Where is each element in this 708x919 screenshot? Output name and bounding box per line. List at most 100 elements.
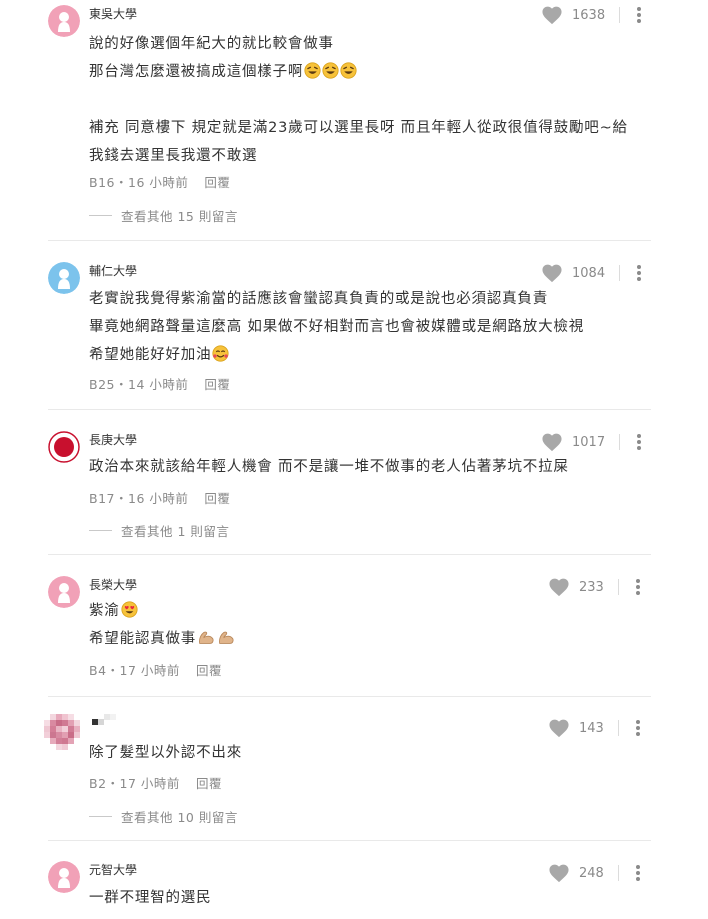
comment-actions: 248	[548, 863, 641, 883]
reply-button[interactable]: 回覆	[196, 663, 222, 678]
author-name-redacted[interactable]	[89, 714, 119, 732]
divider	[617, 720, 619, 736]
dash-line	[89, 816, 112, 817]
comment-line: 我錢去選里長我還不敢選	[89, 148, 258, 164]
avatar[interactable]	[48, 5, 80, 37]
comment-actions: 1638	[541, 5, 642, 25]
avatar[interactable]	[44, 714, 97, 750]
avatar[interactable]	[48, 431, 80, 463]
heart-icon[interactable]	[548, 718, 570, 738]
comment-line: 老實說我覺得紫渝當的話應該會蠻認真負責的或是說也必須認真負責	[89, 291, 548, 307]
author-name[interactable]: 長庚大學	[89, 432, 137, 448]
divider	[617, 579, 619, 595]
comment-actions: 1084	[541, 263, 642, 283]
floor-number: B2	[89, 776, 107, 791]
more-options-icon[interactable]	[636, 433, 642, 451]
avatar[interactable]	[48, 262, 80, 294]
more-options-icon[interactable]	[635, 719, 641, 737]
comment-meta: B16・16 小時前 回覆	[89, 172, 230, 191]
comment-line: 畢竟她網路聲量這麼高 如果做不好相對而言也會被媒體或是網路放大檢視	[89, 319, 585, 335]
divider	[619, 7, 621, 23]
comment-line: 說的好像選個年紀大的就比較會做事	[89, 36, 334, 52]
comment-line: 那台灣怎麼還被搞成這個樣子啊	[89, 58, 628, 86]
more-options-icon[interactable]	[636, 6, 642, 24]
comment-line: 一群不理智的選民	[89, 890, 212, 906]
like-count: 233	[579, 579, 604, 595]
meta-separator: ・	[106, 663, 120, 678]
author-name[interactable]: 東吳大學	[89, 6, 137, 22]
like-count: 143	[579, 720, 604, 736]
author-name[interactable]: 元智大學	[89, 862, 137, 878]
heart-icon[interactable]	[541, 263, 563, 283]
floor-number: B16	[89, 175, 115, 190]
floor-number: B25	[89, 377, 115, 392]
comment-line: 除了髮型以外認不出來	[89, 745, 242, 761]
timestamp: 17 小時前	[119, 663, 180, 678]
reply-button[interactable]: 回覆	[204, 491, 230, 506]
divider	[619, 265, 621, 281]
reply-button[interactable]: 回覆	[196, 776, 222, 791]
rofl-emoji	[303, 62, 357, 80]
divider	[619, 434, 621, 450]
heart-icon[interactable]	[548, 863, 570, 883]
floor-number: B17	[89, 491, 115, 506]
divider	[617, 865, 619, 881]
meta-separator: ・	[114, 175, 128, 190]
timestamp: 16 小時前	[128, 491, 189, 506]
heart-icon[interactable]	[541, 432, 563, 452]
comment-actions: 143	[548, 718, 641, 738]
comment-meta: B17・16 小時前 回覆	[89, 488, 230, 507]
comment-text: 紫渝 希望能認真做事	[89, 597, 236, 653]
reply-button[interactable]: 回覆	[204, 377, 230, 392]
comment-text: 說的好像選個年紀大的就比較會做事 那台灣怎麼還被搞成這個樣子啊 補充 同意樓下 …	[89, 30, 628, 170]
comment-text: 除了髮型以外認不出來	[89, 739, 242, 767]
heart-eyes-emoji	[120, 601, 138, 619]
meta-separator: ・	[114, 491, 128, 506]
comment-meta: B2・17 小時前 回覆	[89, 773, 222, 792]
comment-text: 老實說我覺得紫渝當的話應該會蠻認真負責的或是說也必須認真負責 畢竟她網路聲量這麼…	[89, 285, 584, 369]
like-count: 1084	[572, 265, 606, 281]
heart-icon[interactable]	[548, 577, 570, 597]
author-name[interactable]: 長榮大學	[89, 577, 137, 593]
like-count: 1638	[572, 7, 606, 23]
comment-text: 政治本來就該給年輕人機會 而不是讓一堆不做事的老人佔著茅坑不拉屎	[89, 453, 569, 481]
comment-line: 希望能認真做事	[89, 625, 236, 653]
more-options-icon[interactable]	[636, 264, 642, 282]
timestamp: 14 小時前	[128, 377, 189, 392]
avatar[interactable]	[48, 861, 80, 893]
comment-actions: 233	[548, 577, 641, 597]
timestamp: 17 小時前	[119, 776, 180, 791]
like-count: 248	[579, 865, 604, 881]
view-more-replies-label: 查看其他 1 則留言	[121, 524, 230, 539]
more-options-icon[interactable]	[635, 864, 641, 882]
comment-divider	[48, 409, 651, 410]
reply-button[interactable]: 回覆	[204, 175, 230, 190]
meta-separator: ・	[114, 377, 128, 392]
comment-divider	[48, 240, 651, 241]
comment-divider	[48, 554, 651, 555]
dash-line	[89, 530, 112, 531]
avatar[interactable]	[48, 576, 80, 608]
comment-line: 希望她能好好加油	[89, 341, 584, 369]
meta-separator: ・	[106, 776, 120, 791]
timestamp: 16 小時前	[128, 175, 189, 190]
dash-line	[89, 215, 112, 216]
comment-divider	[48, 840, 651, 841]
comment-meta: B4・17 小時前 回覆	[89, 660, 222, 679]
view-more-replies-label: 查看其他 10 則留言	[121, 810, 238, 825]
view-more-replies-label: 查看其他 15 則留言	[121, 209, 238, 224]
view-more-replies[interactable]: 查看其他 15 則留言	[89, 206, 238, 225]
comment-meta: B25・14 小時前 回覆	[89, 374, 230, 393]
author-name[interactable]: 輔仁大學	[89, 263, 137, 279]
comment-line: 紫渝	[89, 597, 236, 625]
more-options-icon[interactable]	[635, 578, 641, 596]
smiling-face-hearts-emoji	[211, 345, 229, 363]
like-count: 1017	[572, 434, 606, 450]
heart-icon[interactable]	[541, 5, 563, 25]
comment-line: 政治本來就該給年輕人機會 而不是讓一堆不做事的老人佔著茅坑不拉屎	[89, 459, 569, 475]
comment-divider	[48, 696, 651, 697]
view-more-replies[interactable]: 查看其他 1 則留言	[89, 521, 229, 540]
floor-number: B4	[89, 663, 107, 678]
view-more-replies[interactable]: 查看其他 10 則留言	[89, 807, 238, 826]
comment-line	[89, 86, 628, 114]
